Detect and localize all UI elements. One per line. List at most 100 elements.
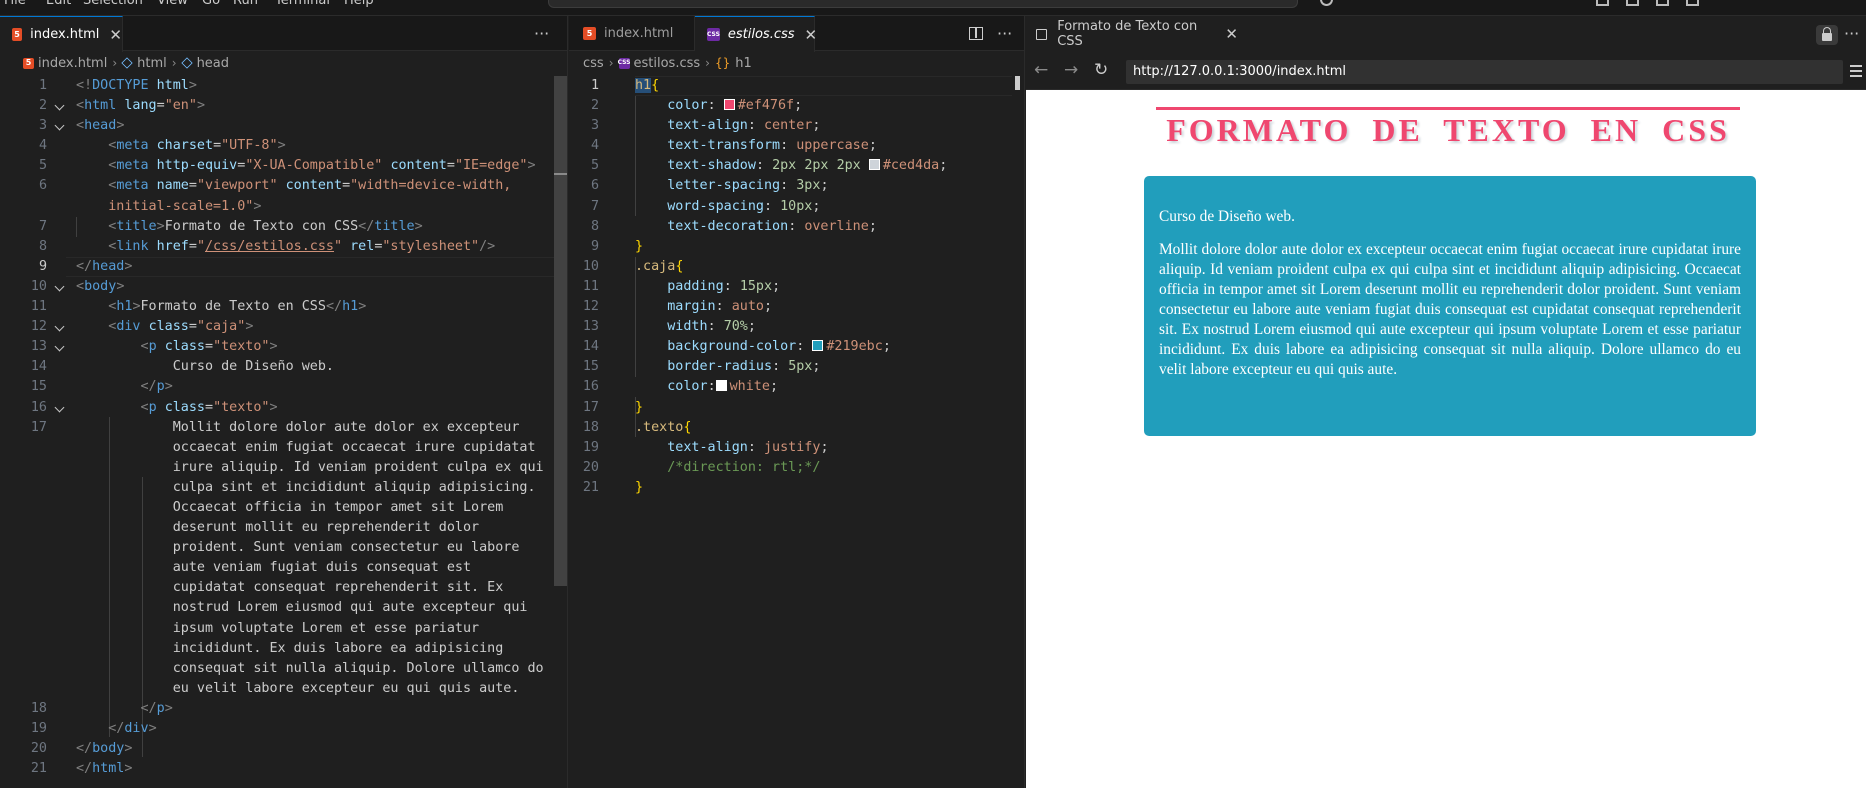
breadcrumb-html[interactable]: html — [137, 56, 167, 71]
browser-nav-bar: ← → ↻ http://127.0.0.1:3000/index.html — [1026, 52, 1866, 90]
copilot-icon[interactable] — [1320, 0, 1333, 6]
menu-help[interactable]: Help — [344, 0, 374, 8]
code-line: 8 <link href="/css/estilos.css" rel="sty… — [38, 238, 496, 254]
code-line: 14 Curso de Diseño web. — [30, 359, 334, 375]
code-line: 5 <meta http-equiv="X-UA-Compatible" con… — [38, 158, 536, 174]
more-actions-icon[interactable]: ··· — [997, 24, 1012, 43]
breadcrumb: css › CSS estilos.css › {} h1 — [569, 52, 1024, 74]
layout-customize-icon[interactable] — [1686, 0, 1699, 6]
back-arrow-icon[interactable]: ← — [1034, 60, 1048, 80]
browser-tab[interactable]: Formato de Texto con CSS ✕ — [1026, 16, 1238, 52]
editor-group-middle: 5 index.html CSS estilos.css ✕ ··· css ›… — [569, 16, 1025, 788]
menu-terminal[interactable]: Terminal — [275, 0, 330, 8]
code-line: incididunt. Ex duis labore ea adipisicin… — [76, 640, 504, 656]
code-line: irure aliquip. Id veniam proident culpa … — [76, 459, 544, 475]
code-line: 7 <title>Formato de Texto con CSS</title… — [38, 218, 423, 234]
code-line: deserunt mollit eu reprehenderit dolor — [76, 520, 480, 536]
fold-chevron-icon — [54, 341, 65, 352]
chevron-right-icon: › — [608, 56, 614, 70]
code-line: 16 color: white; — [582, 379, 778, 395]
fold-chevron-icon — [54, 120, 65, 131]
code-line: Occaecat officia in tempor amet sit Lore… — [76, 499, 504, 515]
layout-secondary-icon[interactable] — [1656, 0, 1669, 6]
code-line: 3 text-align: center; — [590, 118, 821, 134]
breadcrumb-head[interactable]: head — [197, 56, 229, 71]
code-line: occaecat enim fugiat occaecat irure cupi… — [76, 439, 536, 455]
code-line: 9} — [590, 238, 644, 254]
code-editor-html[interactable]: 1 <!DOCTYPE html> 2 <html lang="en"> 3 <hea… — [0, 76, 567, 788]
html5-file-icon: 5 — [12, 28, 23, 41]
code-line: culpa sint et incididunt aliquip adipisi… — [76, 479, 536, 495]
breadcrumb-file[interactable]: index.html — [38, 56, 107, 71]
tab-index-html[interactable]: 5 index.html — [569, 16, 695, 51]
breadcrumb: 5 index.html › html › head — [0, 52, 567, 74]
color-swatch[interactable] — [723, 99, 735, 111]
menu-edit[interactable]: Edit — [46, 0, 71, 8]
code-line: ipsum voluptate Lorem et esse pariatur — [76, 620, 480, 636]
tab-bar-left: 5 index.html ✕ ··· — [0, 16, 567, 52]
vertical-scrollbar[interactable] — [554, 76, 567, 586]
menu-run[interactable]: Run — [233, 0, 258, 8]
code-line: 4 text-transform: uppercase; — [590, 138, 877, 154]
menu-selection[interactable]: Selection — [83, 0, 143, 8]
tab-estilos-css[interactable]: CSS estilos.css ✕ — [695, 16, 818, 52]
split-editor-icon[interactable] — [969, 27, 983, 40]
page-viewport: Formato de Texto en CSS Curso de Diseño … — [1026, 91, 1866, 788]
code-line: 15 </p> — [30, 379, 173, 395]
code-line: 6 <meta name="viewport" content="width=d… — [38, 178, 512, 194]
layout-sidebar-icon[interactable] — [1596, 0, 1609, 6]
close-icon[interactable]: ✕ — [109, 26, 122, 44]
simple-browser-preview: Formato de Texto con CSS ✕ ··· ← → ↻ htt… — [1026, 16, 1866, 788]
code-line: cupidatat consequat reprehenderit sit. E… — [76, 580, 504, 596]
code-line: 17} — [582, 399, 644, 415]
code-line: 13 <p class="texto"> — [30, 339, 278, 355]
page-heading: Formato de Texto en CSS — [1156, 107, 1740, 148]
more-actions-icon[interactable]: ··· — [1844, 24, 1859, 43]
reload-icon[interactable]: ↻ — [1094, 60, 1108, 80]
menu-icon[interactable] — [1850, 65, 1862, 77]
color-swatch[interactable] — [715, 380, 727, 392]
caja-box: Curso de Diseño web. Mollit dolore dolor… — [1144, 176, 1756, 436]
layout-panel-icon[interactable] — [1626, 0, 1639, 6]
code-line: 11 padding: 15px; — [582, 278, 781, 294]
lock-group-button[interactable] — [1816, 25, 1838, 45]
menu-go[interactable]: Go — [202, 0, 220, 8]
code-line: proident. Sunt veniam consectetur eu lab… — [76, 540, 520, 556]
fold-chevron-icon — [54, 281, 65, 292]
code-line: consequat sit nulla aliquip. Dolore ulla… — [76, 660, 544, 676]
code-line: 2 <html lang="en"> — [38, 98, 205, 114]
scrollbar-thumb[interactable] — [554, 76, 567, 586]
code-line: 19 </div> — [30, 721, 157, 736]
menu-view[interactable]: View — [157, 0, 188, 8]
close-icon[interactable]: ✕ — [805, 26, 818, 44]
code-line: aute veniam fugiat duis consequat est — [76, 560, 472, 576]
breadcrumb-file[interactable]: estilos.css — [634, 56, 701, 71]
code-line: 3 <head> — [38, 118, 125, 134]
color-swatch[interactable] — [868, 159, 880, 171]
code-line: 21} — [582, 479, 644, 495]
css-file-icon: CSS — [618, 57, 630, 69]
code-line: 18 .texto{ — [582, 419, 692, 435]
browser-tab-bar: Formato de Texto con CSS ✕ ··· — [1026, 16, 1866, 52]
breadcrumb-selector[interactable]: h1 — [735, 56, 752, 71]
close-icon[interactable]: ✕ — [1225, 25, 1238, 43]
overview-ruler-cursor — [1015, 76, 1020, 90]
code-line: 20 </body> — [30, 741, 133, 757]
color-swatch[interactable] — [812, 340, 824, 352]
more-actions-icon[interactable]: ··· — [534, 24, 549, 43]
forward-arrow-icon[interactable]: → — [1064, 60, 1078, 80]
breadcrumb-folder[interactable]: css — [583, 56, 604, 71]
code-line: 16 <p class="texto"> — [30, 399, 278, 415]
code-line: 11 <h1>Formato de Texto en CSS</h1> — [30, 299, 367, 315]
code-editor-css[interactable]: 1 h1{ 2 color: #ef476f; 3 text-align: cen… — [569, 76, 1024, 788]
url-input[interactable]: http://127.0.0.1:3000/index.html — [1126, 60, 1843, 84]
chevron-right-icon: › — [171, 56, 177, 70]
code-line: 4 <meta charset="UTF-8"> — [38, 138, 286, 154]
element-cube-icon — [180, 57, 193, 69]
code-line: 21 </html> — [30, 761, 133, 777]
tab-index-html[interactable]: 5 index.html ✕ — [0, 16, 123, 52]
command-center[interactable]: p — [548, 0, 1298, 8]
menu-bar: File Edit Selection View Go Run Terminal… — [0, 0, 1866, 16]
menu-file[interactable]: File — [4, 0, 26, 8]
code-line: nostrud Lorem eiusmod qui aute excepteur… — [76, 600, 528, 616]
